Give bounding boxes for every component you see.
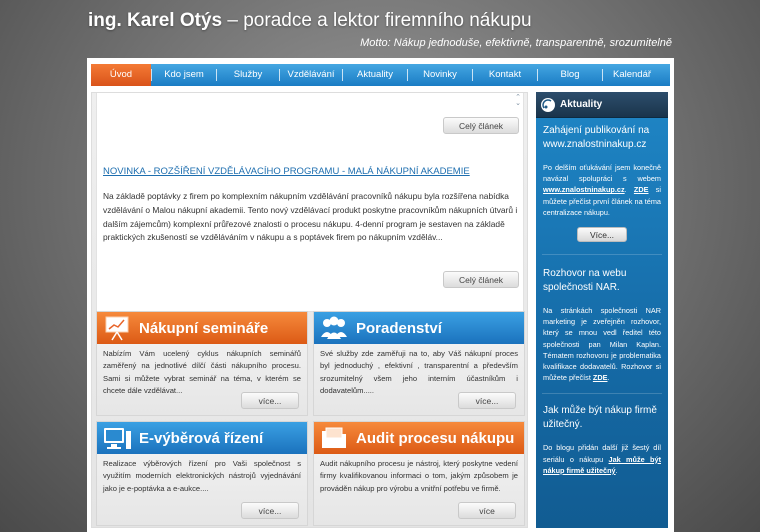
full-article-button-top[interactable]: Celý článek [443,117,519,134]
tile-title: Nákupní semináře [139,319,269,337]
nav-item-aktuality[interactable]: Aktuality [343,64,407,86]
tile-text: Nabízím Vám ucelený cyklus nákupních sem… [103,349,301,395]
news-article-title[interactable]: NOVINKA - ROZŠÍŘENÍ VZDĚLÁVACÍHO PROGRAM… [103,166,470,177]
site-motto: Motto: Nákup jednoduše, efektivně, trans… [360,37,672,49]
news-sidebar: Aktuality Zahájení publikování na www.zn… [536,92,668,528]
tile-header: Nákupní semináře [97,312,307,344]
sidebar-link[interactable]: www.znalostninakup.cz [543,185,625,194]
more-button[interactable]: více... [241,502,299,519]
sidebar-text: Po delším oťukávání jsem konečně navázal… [543,163,661,184]
tile-header: Audit procesu nákupu [314,422,524,454]
site-owner-name: ing. Karel Otýs [88,10,223,31]
satellite-icon [536,97,560,113]
nav-item-sluzby[interactable]: Služby [217,64,279,86]
sidebar-news-title[interactable]: Zahájení publikování na www.znalostninak… [536,124,668,152]
news-article-text: Na základě poptávky z firem po komplexní… [103,191,518,243]
folder-icon [314,422,354,454]
tile-text: Realizace výběrových řízení pro Vaši spo… [103,459,301,493]
computer-icon [97,422,137,454]
sidebar-text: . [607,373,610,383]
nav-item-vzdelavani[interactable]: Vzdělávání [280,64,342,86]
news-article-box[interactable]: ⌃ ⌄ Celý článek NOVINKA - ROZŠÍŘENÍ VZDĚL… [96,93,524,312]
tile-header: Poradenství [314,312,524,344]
site-subtitle: – poradce a lektor firemního nákupu [222,10,532,31]
page-container: Úvod Kdo jsem Služby Vzdělávání Aktualit… [87,58,674,532]
people-icon [314,312,354,344]
nav-item-uvod[interactable]: Úvod [91,64,151,86]
main-content: ⌃ ⌄ Celý článek NOVINKA - ROZŠÍŘENÍ VZDĚL… [91,92,528,528]
sidebar-text: Na stránkách společnosti NAR marketing j… [543,306,661,383]
full-article-button[interactable]: Celý článek [443,271,519,288]
more-button[interactable]: více... [241,392,299,409]
sidebar-more-button[interactable]: Více... [577,227,627,243]
tile-audit-procesu[interactable]: Audit procesu nákupu Audit nákupního pro… [313,421,525,526]
sidebar-text: . [624,185,634,195]
tile-e-vyberova-rizeni[interactable]: E-výběrová řízení Realizace výběrových ř… [96,421,308,526]
site-title: ing. Karel Otýs – poradce a lektor firem… [88,10,532,32]
sidebar-news-text: Po delším oťukávání jsem konečně navázal… [536,162,668,218]
sidebar-news-title[interactable]: Jak může být nákup firmě užitečný. [536,404,668,432]
nav-item-kdo-jsem[interactable]: Kdo jsem [152,64,216,86]
sidebar-link[interactable]: ZDE [634,185,649,194]
tile-nakupni-seminare[interactable]: Nákupní semináře Nabízím Vám ucelený cyk… [96,311,308,416]
tile-poradenstvi[interactable]: Poradenství Své služby zde zaměřuji na t… [313,311,525,416]
nav-item-blog[interactable]: Blog [538,64,602,86]
sidebar-text: . [615,465,618,475]
tile-title: E-výběrová řízení [139,429,264,447]
scroll-arrows-icon[interactable]: ⌃ ⌄ [515,94,521,107]
tile-header: E-výběrová řízení [97,422,307,454]
more-button[interactable]: více... [458,392,516,409]
sidebar-header: Aktuality [536,92,668,118]
sidebar-news-title[interactable]: Rozhovor na webu společnosti NAR. [536,267,668,295]
main-nav: Úvod Kdo jsem Služby Vzdělávání Aktualit… [91,64,670,86]
sidebar-news-text: Do blogu přidán další již šestý díl seri… [536,442,668,476]
presentation-icon [97,312,137,344]
sidebar-heading: Aktuality [560,99,603,110]
more-button[interactable]: více [458,502,516,519]
nav-item-kontakt[interactable]: Kontakt [473,64,537,86]
tile-text: Audit nákupního procesu je nástroj, kter… [320,459,518,493]
sidebar-news-text: Na stránkách společnosti NAR marketing j… [536,305,668,383]
sidebar-link[interactable]: ZDE [593,373,608,382]
nav-item-kalendar[interactable]: Kalendář [603,64,661,86]
tile-text: Své služby zde zaměřuji na to, aby Váš n… [320,349,518,395]
nav-item-novinky[interactable]: Novinky [408,64,472,86]
tile-title: Audit procesu nákupu [356,429,515,447]
tile-title: Poradenství [356,319,442,337]
